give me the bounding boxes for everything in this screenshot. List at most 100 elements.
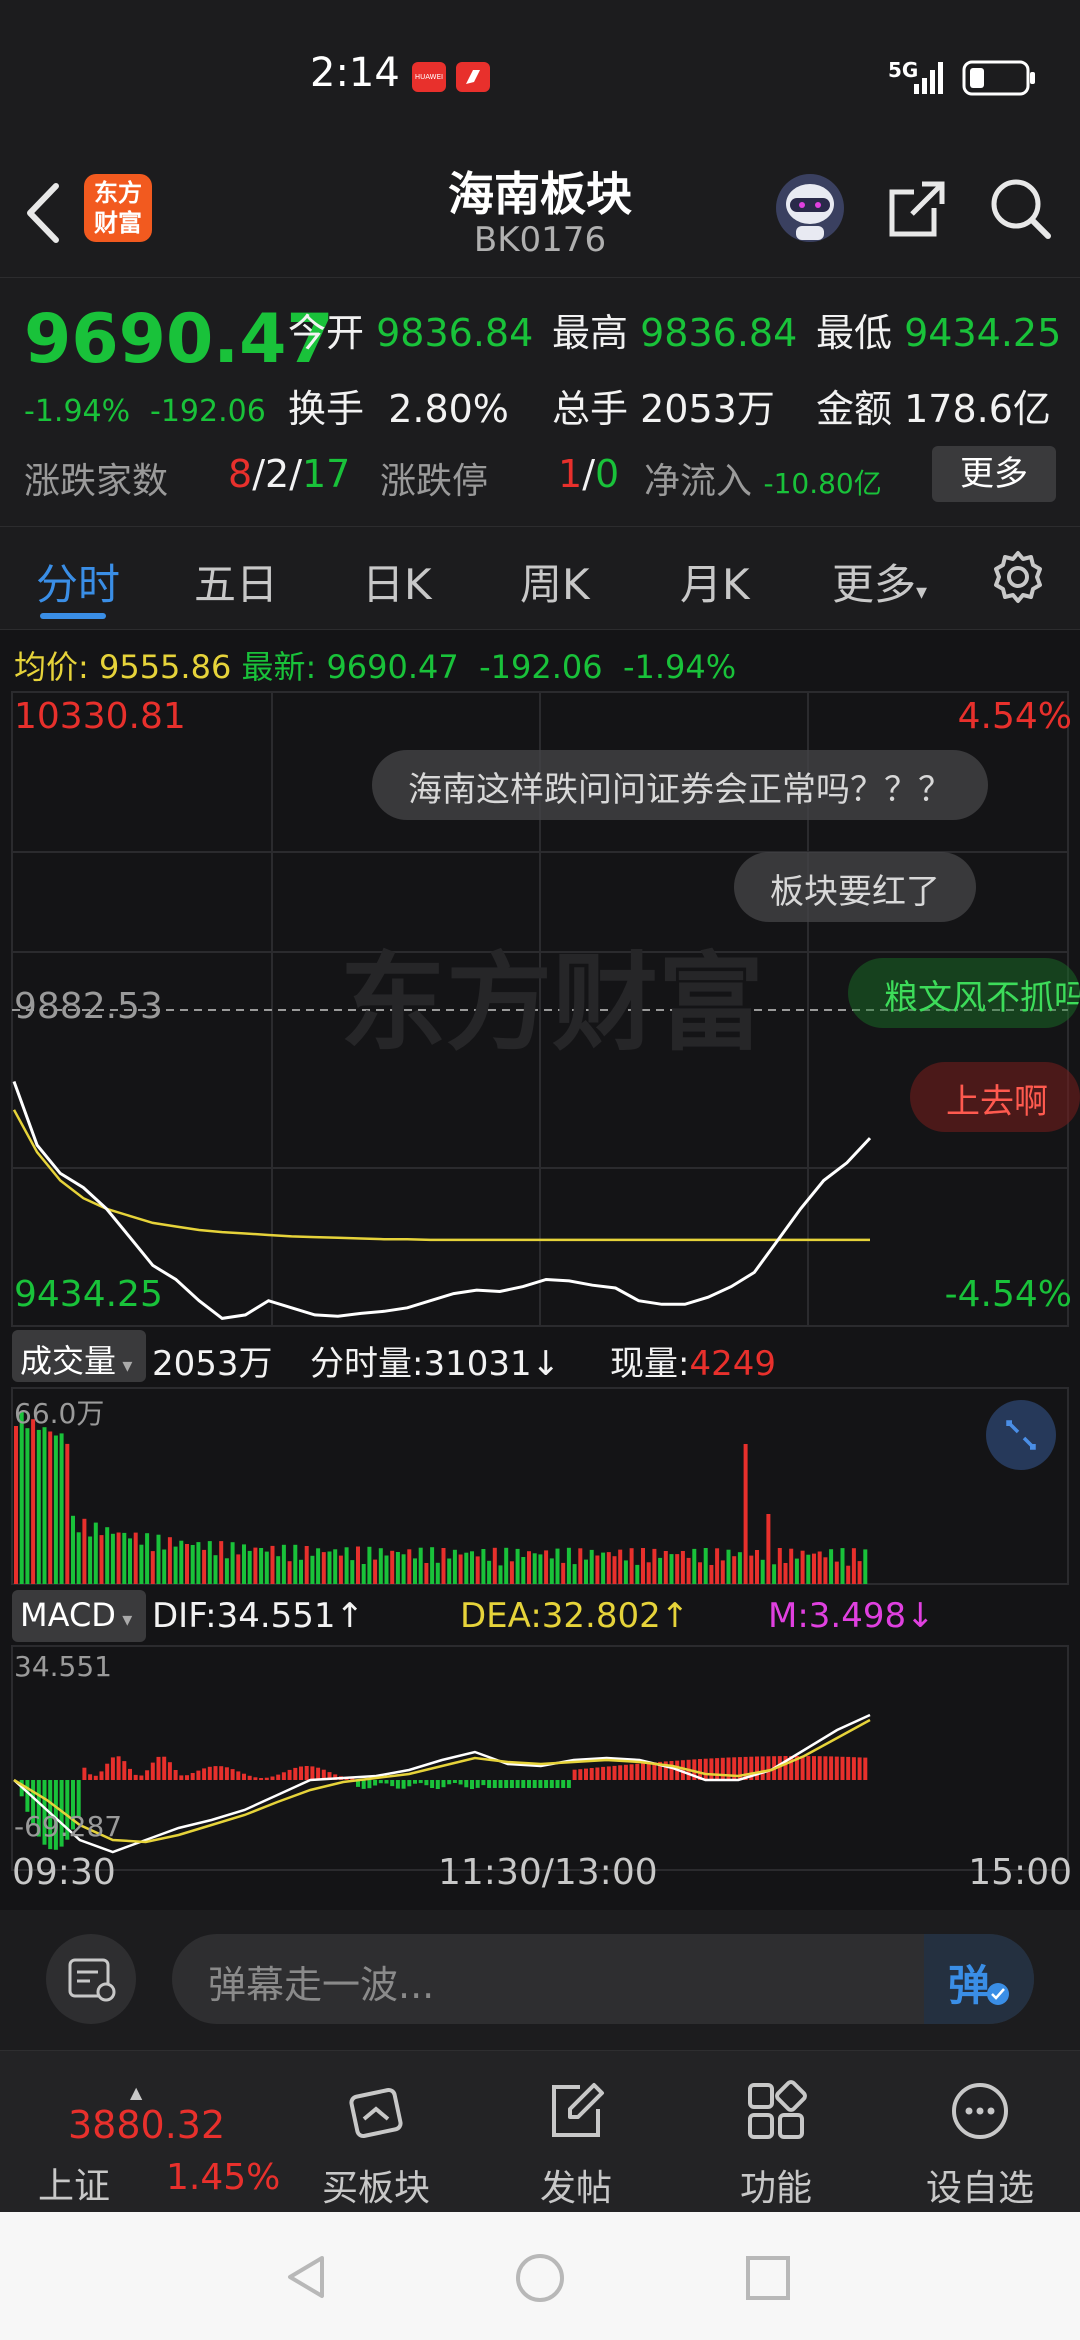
macd-bar	[509, 1780, 514, 1788]
volume-bar	[555, 1548, 560, 1584]
volume-bar	[242, 1544, 246, 1584]
macd-bar	[236, 1771, 241, 1780]
current-volume: 现量:4249	[610, 1344, 776, 1384]
change-percent: -1.94%	[24, 394, 131, 429]
tab-weekly-k[interactable]: 周K	[520, 551, 590, 612]
volume-bar	[646, 1562, 651, 1584]
chart-svg: 东方财富	[11, 691, 1069, 1871]
macd-bar	[219, 1766, 224, 1780]
volume-bar	[692, 1548, 697, 1584]
volume-field: 总手 2053万	[552, 387, 775, 431]
macd-bar	[572, 1769, 577, 1780]
macd-bar	[470, 1780, 474, 1789]
home-nav-icon[interactable]	[514, 2252, 566, 2304]
back-icon[interactable]	[18, 178, 68, 252]
index-ticker[interactable]: ▲ 3880.32 上证 1.45%	[30, 2051, 280, 2213]
macd-bar	[196, 1770, 201, 1780]
breadth-values: 8/2/17	[228, 452, 351, 496]
volume-bar	[840, 1548, 845, 1584]
macd-bar	[549, 1780, 554, 1788]
huawei-app-icon: HUAWEI	[412, 62, 446, 92]
intraday-chart-area: 均价: 9555.86 最新: 9690.47 -192.06 -1.94% 东…	[0, 630, 1080, 1910]
breadth-field: 涨跌家数	[24, 461, 169, 502]
danmu-bubble[interactable]: 上去啊	[910, 1062, 1080, 1132]
macd-bar	[601, 1766, 606, 1780]
turnover-field: 换手 2.80%	[288, 387, 509, 431]
macd-bar	[538, 1780, 543, 1788]
indicator-select-volume[interactable]: 成交量 ▾	[12, 1330, 146, 1382]
macd-bottom-label: -69.287	[14, 1810, 123, 1843]
indicator-select-macd[interactable]: MACD ▾	[12, 1590, 146, 1642]
macd-bar	[595, 1767, 600, 1780]
high-field: 最高 9836.84	[552, 311, 798, 355]
volume-bar	[589, 1549, 594, 1584]
tab-monthly-k[interactable]: 月K	[680, 551, 750, 612]
danmu-bubble[interactable]: 粮文风不抓吗	[848, 958, 1080, 1028]
share-icon[interactable]	[884, 176, 950, 246]
volume-bar	[93, 1522, 98, 1584]
macd-bar	[253, 1777, 258, 1780]
volume-bar	[99, 1535, 104, 1584]
robot-assistant-icon[interactable]	[772, 170, 848, 250]
functions-button[interactable]: 功能	[676, 2051, 876, 2213]
macd-bar	[207, 1766, 212, 1780]
add-watchlist-button[interactable]: 设自选	[880, 2051, 1080, 2213]
more-button[interactable]: 更多	[932, 446, 1056, 502]
volume-bar	[167, 1537, 172, 1584]
volume-bar	[139, 1544, 144, 1584]
eastmoney-app-icon	[456, 62, 490, 92]
volume-bar	[834, 1561, 839, 1584]
macd-bar	[606, 1766, 611, 1780]
time-mid: 11:30/13:00	[438, 1852, 658, 1893]
header: 东方财富 海南板块 BK0176	[0, 150, 1080, 278]
tab-intraday[interactable]: 分时	[36, 551, 120, 612]
settings-icon[interactable]	[990, 549, 1046, 609]
volume-bar	[629, 1548, 634, 1584]
danmu-bubble[interactable]: 海南这样跌问问证券会正常吗？？？	[372, 750, 988, 820]
volume-bar	[658, 1557, 663, 1584]
macd-bar	[584, 1768, 588, 1780]
tab-five-day[interactable]: 五日	[194, 551, 278, 612]
volume-bar	[675, 1554, 680, 1584]
volume-bar	[698, 1562, 702, 1584]
dif-value: DIF:34.551↑	[152, 1596, 365, 1636]
status-time: 2:14	[310, 50, 400, 96]
macd-bar	[635, 1763, 640, 1780]
macd-bar	[829, 1756, 834, 1780]
macd-bar	[532, 1780, 537, 1788]
macd-bar	[105, 1763, 110, 1780]
fullscreen-icon[interactable]	[986, 1400, 1056, 1470]
macd-bar	[139, 1775, 144, 1780]
send-danmu-button[interactable]: 弹	[924, 1934, 1034, 2024]
macd-bar	[395, 1780, 400, 1789]
post-button[interactable]: 发帖	[476, 2051, 676, 2213]
volume-bar	[110, 1533, 115, 1584]
tab-more[interactable]: 更多▾	[832, 551, 927, 612]
danmu-bubble[interactable]: 板块要红了	[734, 852, 976, 922]
volume-bar	[310, 1555, 315, 1584]
volume-bar	[338, 1555, 343, 1584]
macd-bar	[390, 1780, 395, 1787]
volume-bar	[817, 1551, 822, 1584]
limit-field: 涨跌停	[380, 461, 489, 502]
volume-bar	[105, 1527, 110, 1584]
bottom-nav: ▲ 3880.32 上证 1.45% 买板块 发帖 功能 设自选	[0, 2050, 1080, 2212]
price-mid-label: 9882.53	[14, 986, 163, 1027]
volume-bar	[19, 1411, 24, 1584]
danmu-settings-icon[interactable]	[46, 1934, 136, 2024]
macd-bar	[481, 1780, 486, 1786]
macd-bar	[521, 1780, 526, 1788]
macd-bar	[128, 1768, 132, 1780]
volume-bar	[344, 1547, 349, 1584]
tab-daily-k[interactable]: 日K	[362, 551, 432, 612]
volume-bar	[623, 1560, 628, 1584]
back-nav-icon[interactable]	[282, 2252, 332, 2302]
recents-nav-icon[interactable]	[744, 2254, 792, 2302]
pct-top-label: 4.54%	[957, 696, 1072, 737]
volume-bar	[253, 1547, 258, 1584]
search-icon[interactable]	[988, 176, 1054, 246]
buy-sector-button[interactable]: 买板块	[276, 2051, 476, 2213]
volume-bar	[487, 1560, 492, 1584]
danmu-input[interactable]: 弹幕走一波... 弹	[172, 1934, 1034, 2024]
macd-bar	[475, 1780, 480, 1788]
